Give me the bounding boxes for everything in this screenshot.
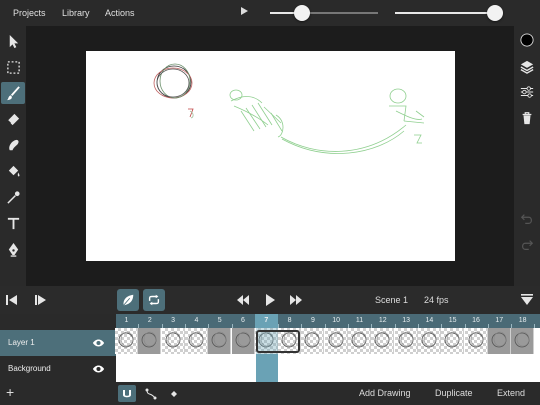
lasso-select-icon[interactable]: [1, 56, 25, 78]
last-frame-icon[interactable]: [30, 291, 50, 309]
layer-row-background[interactable]: Background: [0, 356, 116, 382]
layer-panel: Layer 1 Background: [0, 314, 116, 382]
eyedropper-icon[interactable]: [1, 186, 25, 208]
frame-number[interactable]: 11: [348, 317, 371, 324]
left-toolbar: [0, 26, 26, 286]
frame-number[interactable]: 1: [115, 317, 138, 324]
eye-icon[interactable]: [92, 363, 105, 375]
drawing-canvas[interactable]: [86, 51, 455, 261]
frame-number[interactable]: 18: [511, 317, 534, 324]
select-arrow-icon[interactable]: [1, 30, 25, 52]
duplicate-button[interactable]: Duplicate: [435, 388, 473, 398]
text-icon[interactable]: [1, 212, 25, 234]
undo-icon[interactable]: [518, 210, 536, 228]
frame-cell[interactable]: [208, 328, 232, 354]
frame-cell[interactable]: [417, 328, 441, 354]
actions-menu[interactable]: Actions: [105, 8, 135, 18]
frame-number[interactable]: 2: [138, 317, 161, 324]
frame-cell[interactable]: [394, 328, 418, 354]
frame-cell[interactable]: [371, 328, 395, 354]
layer-name: Layer 1: [8, 338, 35, 347]
bottom-bar: + Add Drawing Duplicate Extend: [0, 382, 540, 405]
smudge-icon[interactable]: [1, 134, 25, 156]
frame-number[interactable]: 3: [162, 317, 185, 324]
projects-menu[interactable]: Projects: [13, 8, 46, 18]
library-menu[interactable]: Library: [62, 8, 90, 18]
top-bar: Projects Library Actions: [0, 0, 540, 26]
brush-opacity-slider[interactable]: [395, 5, 503, 21]
frame-cell[interactable]: [441, 328, 465, 354]
frame-cell[interactable]: [464, 328, 488, 354]
frame-number[interactable]: 6: [232, 317, 255, 324]
fill-bucket-icon[interactable]: [1, 160, 25, 182]
fast-forward-icon[interactable]: [286, 291, 306, 309]
frame-number[interactable]: 8: [278, 317, 301, 324]
brush-size-slider[interactable]: [270, 5, 378, 21]
canvas-sketch: [153, 63, 425, 154]
scene-label[interactable]: Scene 1: [375, 295, 408, 305]
onion-skin-icon[interactable]: [117, 289, 139, 311]
add-layer-button[interactable]: +: [6, 384, 14, 400]
eraser-icon[interactable]: [1, 108, 25, 130]
brush-icon[interactable]: [1, 82, 25, 104]
background-track[interactable]: [116, 354, 540, 382]
brush-opacity-knob[interactable]: [487, 5, 503, 21]
layers-icon[interactable]: [518, 58, 536, 76]
frame-number[interactable]: 4: [185, 317, 208, 324]
frame-number[interactable]: 16: [465, 317, 488, 324]
frame-cell[interactable]: [231, 328, 255, 354]
frame-cell[interactable]: [115, 328, 138, 354]
rewind-icon[interactable]: [233, 291, 253, 309]
frame-cell[interactable]: [301, 328, 325, 354]
frame-cell[interactable]: [511, 328, 535, 354]
current-frame-highlight[interactable]: [256, 330, 300, 353]
brush-size-knob[interactable]: [294, 5, 310, 21]
frame-number[interactable]: 17: [488, 317, 511, 324]
adjustments-icon[interactable]: [518, 83, 536, 101]
extend-button[interactable]: Extend: [497, 388, 525, 398]
timeline-tracks: [115, 328, 540, 382]
pen-icon[interactable]: [1, 238, 25, 260]
trash-icon[interactable]: [518, 109, 536, 127]
redo-icon[interactable]: [518, 236, 536, 254]
layer-1-track[interactable]: [115, 328, 540, 354]
frame-ruler[interactable]: 1 2 3 4 5 6 7 8 9 10 11 12 13 14 15 16 17 18: [116, 314, 540, 328]
fps-label[interactable]: 24 fps: [424, 295, 449, 305]
right-toolbar: [514, 26, 540, 286]
frame-number[interactable]: 12: [371, 317, 394, 324]
frame-cell[interactable]: [138, 328, 162, 354]
magnet-icon[interactable]: [118, 385, 136, 402]
frame-number[interactable]: 14: [418, 317, 441, 324]
playback-bar: Scene 1 24 fps: [0, 286, 540, 314]
keyframe-icon[interactable]: [165, 385, 183, 402]
preview-play-icon[interactable]: [241, 7, 248, 15]
color-swatch[interactable]: [518, 31, 536, 49]
add-drawing-button[interactable]: Add Drawing: [359, 388, 411, 398]
frame-number[interactable]: 9: [301, 317, 324, 324]
frame-number[interactable]: 15: [441, 317, 464, 324]
eye-icon[interactable]: [92, 337, 105, 349]
layer-row-layer-1[interactable]: Layer 1: [0, 330, 116, 356]
playhead-column: [256, 354, 278, 382]
frame-number[interactable]: 10: [325, 317, 348, 324]
frame-cell[interactable]: [161, 328, 185, 354]
frame-cell[interactable]: [348, 328, 371, 354]
first-frame-icon[interactable]: [2, 291, 22, 309]
collapse-timeline-icon[interactable]: [517, 291, 537, 309]
frame-number[interactable]: 7: [254, 314, 278, 328]
play-icon[interactable]: [260, 291, 280, 309]
frame-number[interactable]: 13: [395, 317, 418, 324]
loop-icon[interactable]: [143, 289, 165, 311]
frame-number[interactable]: 5: [208, 317, 231, 324]
path-icon[interactable]: [142, 385, 160, 402]
layer-name: Background: [8, 364, 51, 373]
frame-cell[interactable]: [324, 328, 348, 354]
frame-cell[interactable]: [487, 328, 511, 354]
frame-cell[interactable]: [184, 328, 208, 354]
